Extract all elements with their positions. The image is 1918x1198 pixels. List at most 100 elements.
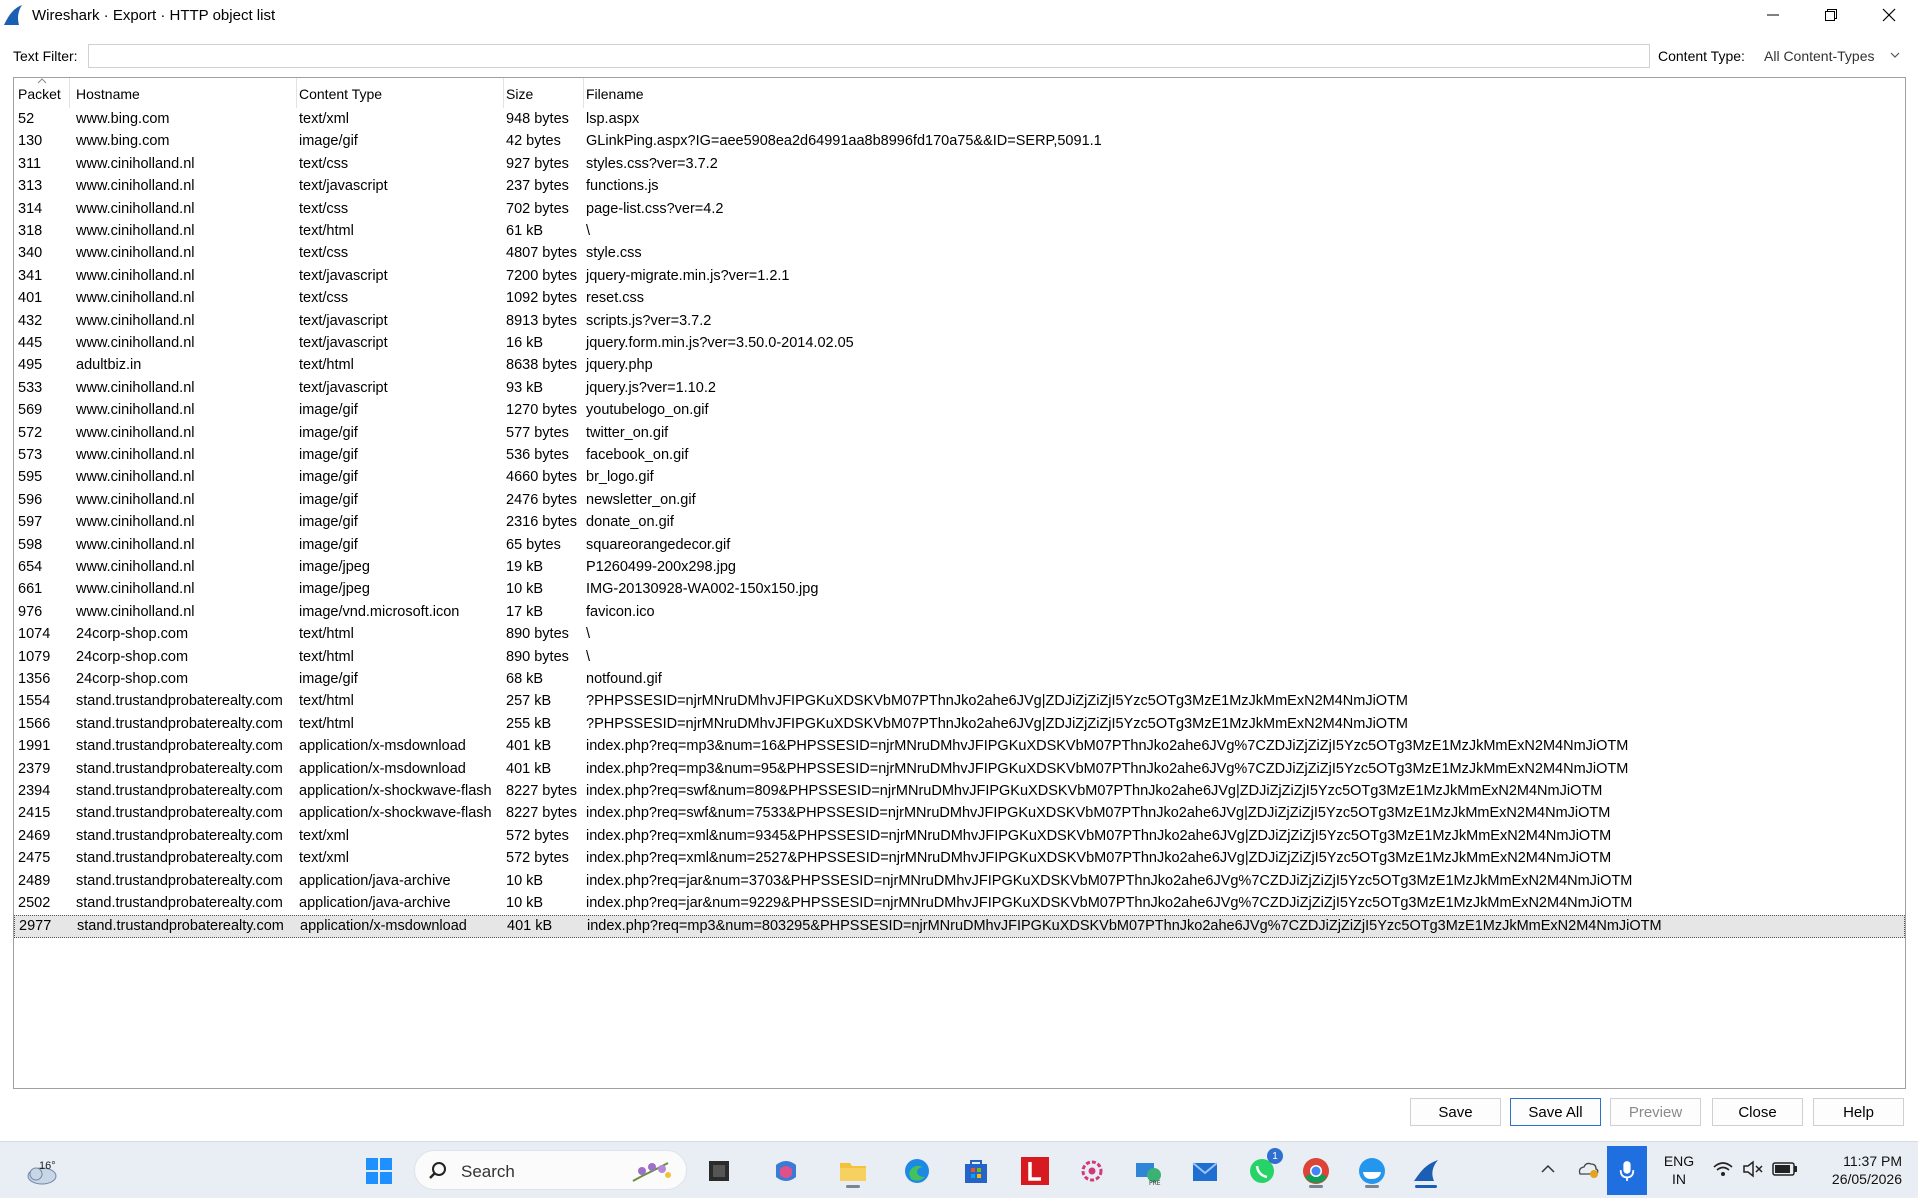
- table-row[interactable]: 654 www.ciniholland.nl image/jpeg 19 kB P126…: [14, 557, 1905, 579]
- table-row[interactable]: 1074 24corp-shop.com text/html 890 bytes \: [14, 624, 1905, 646]
- table-row[interactable]: 2469 stand.trustandprobaterealty.com text/…: [14, 826, 1905, 848]
- taskbar-whatsapp[interactable]: 1: [1243, 1148, 1283, 1190]
- close-button[interactable]: Close: [1712, 1098, 1803, 1126]
- l-app-icon: [1021, 1157, 1049, 1185]
- minimize-button[interactable]: [1744, 0, 1802, 30]
- table-row[interactable]: 976 www.ciniholland.nl image/vnd.microsoft…: [14, 602, 1905, 624]
- table-row[interactable]: 533 www.ciniholland.nl text/javascript 93 k…: [14, 378, 1905, 400]
- cell-hostname: www.ciniholland.nl: [76, 514, 195, 531]
- table-row[interactable]: 2415 stand.trustandprobaterealty.com appli…: [14, 803, 1905, 825]
- column-header-packet-label: Packet: [18, 86, 61, 102]
- table-row[interactable]: 340 www.ciniholland.nl text/css 4807 bytes s…: [14, 243, 1905, 265]
- cell-content-type: text/javascript: [299, 379, 388, 396]
- restore-button[interactable]: [1802, 0, 1860, 30]
- cell-size: 8638 bytes: [506, 357, 577, 374]
- cell-packet: 572: [18, 424, 43, 441]
- cell-packet: 1991: [18, 738, 51, 755]
- weather-widget[interactable]: 16°: [22, 1152, 72, 1190]
- cell-packet: 596: [18, 491, 43, 508]
- chevron-up-icon[interactable]: [1541, 1164, 1555, 1174]
- table-row[interactable]: 495 adultbiz.in text/html 8638 bytes jquery.…: [14, 355, 1905, 377]
- table-row[interactable]: 1356 24corp-shop.com image/gif 68 kB notfoun…: [14, 669, 1905, 691]
- taskbar-file-explorer[interactable]: [834, 1152, 872, 1190]
- wifi-icon[interactable]: [1712, 1160, 1734, 1178]
- column-header-content-type[interactable]: Content Type: [298, 78, 504, 108]
- taskbar-settings[interactable]: [1073, 1152, 1111, 1190]
- table-row[interactable]: 341 www.ciniholland.nl text/javascript 7200…: [14, 266, 1905, 288]
- content-type-select[interactable]: All Content-Types: [1760, 44, 1906, 68]
- table-row[interactable]: 2977 stand.trustandprobaterealty.com appli…: [14, 915, 1905, 938]
- onedrive-status-icon[interactable]: [1576, 1158, 1600, 1180]
- cell-content-type: text/javascript: [299, 267, 388, 284]
- close-window-button[interactable]: [1860, 0, 1918, 30]
- table-row[interactable]: 2379 stand.trustandprobaterealty.com appli…: [14, 759, 1905, 781]
- table-row[interactable]: 598 www.ciniholland.nl image/gif 65 bytes sq…: [14, 535, 1905, 557]
- clock-date: 26/05/2026: [1831, 1171, 1902, 1187]
- column-header-packet[interactable]: Packet: [14, 78, 70, 108]
- taskbar-network-app[interactable]: PRE: [1129, 1152, 1167, 1190]
- clock[interactable]: 11:37 PM 26/05/2026: [1812, 1152, 1902, 1188]
- table-row[interactable]: 318 www.ciniholland.nl text/html 61 kB \: [14, 221, 1905, 243]
- table-row[interactable]: 573 www.ciniholland.nl image/gif 536 bytes f…: [14, 445, 1905, 467]
- language-indicator[interactable]: ENG IN: [1661, 1152, 1697, 1188]
- save-button[interactable]: Save: [1410, 1098, 1501, 1126]
- battery-icon[interactable]: [1772, 1162, 1798, 1176]
- cell-size: 257 kB: [506, 693, 552, 710]
- taskbar-task-view[interactable]: [700, 1152, 738, 1190]
- taskbar-outlook[interactable]: [1186, 1152, 1224, 1190]
- table-row[interactable]: 2475 stand.trustandprobaterealty.com text/…: [14, 848, 1905, 870]
- column-header-hostname[interactable]: Hostname: [71, 78, 297, 108]
- table-row[interactable]: 313 www.ciniholland.nl text/javascript 237 …: [14, 176, 1905, 198]
- table-row[interactable]: 596 www.ciniholland.nl image/gif 2476 bytes…: [14, 490, 1905, 512]
- taskbar-m365[interactable]: [767, 1152, 805, 1190]
- cell-content-type: application/x-shockwave-flash: [299, 805, 492, 822]
- table-row[interactable]: 52 www.bing.com text/xml 948 bytes lsp.aspx: [14, 109, 1905, 131]
- table-row[interactable]: 2502 stand.trustandprobaterealty.com appli…: [14, 893, 1905, 915]
- table-row[interactable]: 130 www.bing.com image/gif 42 bytes GLinkPin…: [14, 131, 1905, 153]
- table-row[interactable]: 311 www.ciniholland.nl text/css 927 bytes st…: [14, 154, 1905, 176]
- taskbar-l-app[interactable]: [1016, 1152, 1054, 1190]
- taskbar-search-box[interactable]: Search: [414, 1150, 687, 1190]
- table-row[interactable]: 569 www.ciniholland.nl image/gif 1270 bytes…: [14, 400, 1905, 422]
- cell-hostname: stand.trustandprobaterealty.com: [76, 738, 283, 755]
- title-bar: Wireshark · Export · HTTP object list: [0, 0, 1918, 30]
- cell-packet: 1356: [18, 671, 51, 687]
- cell-hostname: stand.trustandprobaterealty.com: [77, 918, 284, 935]
- taskbar-chrome[interactable]: [1297, 1152, 1335, 1190]
- table-row[interactable]: 2394 stand.trustandprobaterealty.com appli…: [14, 781, 1905, 803]
- table-row[interactable]: 661 www.ciniholland.nl image/jpeg 10 kB IMG-…: [14, 579, 1905, 601]
- start-button[interactable]: [360, 1152, 398, 1190]
- taskbar-docker[interactable]: [1353, 1152, 1391, 1190]
- table-row[interactable]: 1991 stand.trustandprobaterealty.com appli…: [14, 736, 1905, 758]
- http-object-table[interactable]: Packet Hostname Content Type Size Filena…: [13, 77, 1906, 1089]
- table-row[interactable]: 572 www.ciniholland.nl image/gif 577 bytes t…: [14, 423, 1905, 445]
- table-row[interactable]: 2489 stand.trustandprobaterealty.com appli…: [14, 871, 1905, 893]
- text-filter-input[interactable]: [88, 44, 1650, 68]
- taskbar-store[interactable]: [957, 1152, 995, 1190]
- table-row[interactable]: 597 www.ciniholland.nl image/gif 2316 bytes…: [14, 512, 1905, 534]
- table-row[interactable]: 432 www.ciniholland.nl text/javascript 8913…: [14, 311, 1905, 333]
- taskbar-edge[interactable]: [898, 1152, 936, 1190]
- speaker-muted-icon[interactable]: [1742, 1160, 1764, 1178]
- cell-packet: 573: [18, 447, 43, 463]
- whatsapp-notification-badge: 1: [1267, 1148, 1283, 1164]
- column-header-size[interactable]: Size: [505, 78, 584, 108]
- cell-filename: index.php?req=xml&num=9345&PHPSSESID=njr…: [586, 827, 1612, 844]
- table-row[interactable]: 1566 stand.trustandprobaterealty.com text/…: [14, 714, 1905, 736]
- cell-size: 536 bytes: [506, 447, 569, 463]
- table-row[interactable]: 1554 stand.trustandprobaterealty.com text/…: [14, 691, 1905, 713]
- microphone-tile[interactable]: [1607, 1146, 1647, 1195]
- table-row[interactable]: 401 www.ciniholland.nl text/css 1092 bytes r…: [14, 288, 1905, 310]
- table-row[interactable]: 314 www.ciniholland.nl text/css 702 bytes pa…: [14, 199, 1905, 221]
- column-header-filename[interactable]: Filename: [585, 78, 1885, 108]
- taskbar-wireshark[interactable]: [1407, 1152, 1445, 1190]
- table-row[interactable]: 445 www.ciniholland.nl text/javascript 16 k…: [14, 333, 1905, 355]
- preview-button[interactable]: Preview: [1610, 1098, 1701, 1126]
- cell-content-type: image/jpeg: [299, 559, 370, 575]
- save-all-button[interactable]: Save All: [1510, 1098, 1601, 1126]
- table-row[interactable]: 595 www.ciniholland.nl image/gif 4660 bytes…: [14, 467, 1905, 489]
- column-header-filename-label: Filename: [586, 86, 644, 102]
- help-button[interactable]: Help: [1813, 1098, 1904, 1126]
- cell-hostname: stand.trustandprobaterealty.com: [76, 895, 283, 911]
- table-row[interactable]: 1079 24corp-shop.com text/html 890 bytes \: [14, 647, 1905, 669]
